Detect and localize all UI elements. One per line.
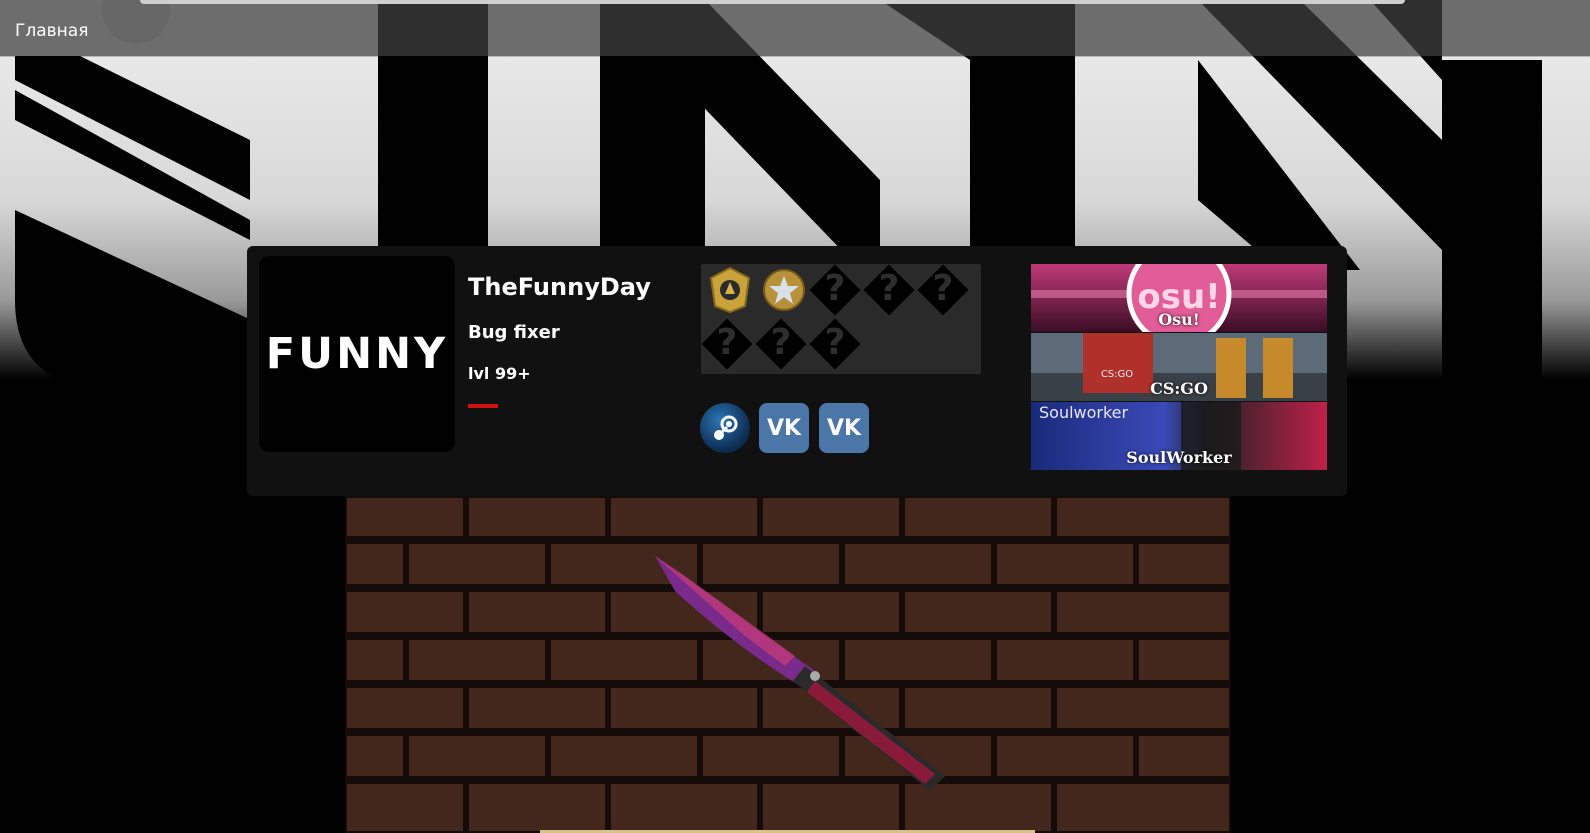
brick-wall-image — [345, 496, 1231, 833]
user-role: Bug fixer — [468, 322, 560, 343]
steam-icon — [714, 415, 738, 440]
game-card-osu[interactable]: osu! Osu! — [1031, 264, 1327, 332]
locked-medal-icon[interactable]: ? — [809, 318, 861, 370]
medals-panel: ? ? ? ? ? ? — [701, 264, 981, 374]
profile-card: FUNNY TheFunnyDay Bug fixer lvl 99+ ? ? … — [247, 246, 1347, 496]
vk-link[interactable]: VK — [819, 403, 869, 453]
username: TheFunnyDay — [468, 273, 651, 301]
game-label: SoulWorker — [1126, 448, 1232, 467]
avatar-logo-text: FUNNY — [265, 329, 449, 379]
locked-medal-icon[interactable]: ? — [863, 264, 915, 316]
profile-page: Главная FUNNY TheFunnyDay Bug fixer lvl … — [0, 0, 1590, 833]
level-progress-bar — [468, 404, 498, 408]
game-label: CS:GO — [1150, 379, 1208, 398]
vk-icon: VK — [826, 415, 862, 441]
top-nav-bar — [0, 0, 1590, 56]
locked-medal-icon[interactable]: ? — [809, 264, 861, 316]
nav-home-link[interactable]: Главная — [15, 21, 88, 41]
address-strip — [140, 0, 1405, 4]
game-card-soulworker[interactable]: Soulworker SoulWorker — [1031, 402, 1327, 470]
steam-link[interactable] — [700, 403, 750, 453]
vk-icon: VK — [766, 415, 802, 441]
locked-medal-icon[interactable]: ? — [701, 318, 753, 370]
gold-medal-icon[interactable] — [705, 264, 755, 314]
locked-medal-icon[interactable]: ? — [755, 318, 807, 370]
svg-text:Soulworker: Soulworker — [1039, 403, 1129, 422]
locked-medal-icon[interactable]: ? — [917, 264, 969, 316]
vk-link[interactable]: VK — [759, 403, 809, 453]
user-level: lvl 99+ — [468, 364, 531, 383]
game-label: Osu! — [1158, 310, 1200, 329]
knife-showcase — [345, 496, 1231, 833]
gold-star-medal-icon[interactable] — [759, 264, 809, 314]
avatar: FUNNY — [259, 256, 455, 452]
game-card-csgo[interactable]: CS:GO CS:GO — [1031, 333, 1327, 401]
